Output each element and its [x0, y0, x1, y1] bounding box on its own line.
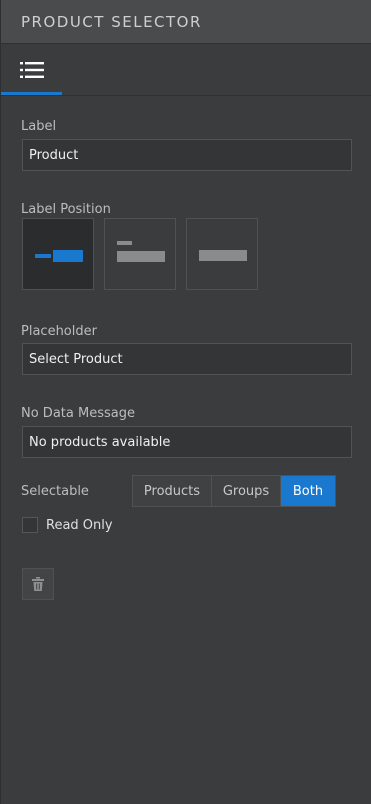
- tab-properties[interactable]: [1, 44, 62, 95]
- inline-field-indicator: [53, 250, 83, 262]
- label-input[interactable]: [22, 139, 352, 171]
- read-only-checkbox[interactable]: [22, 517, 38, 533]
- selectable-products-option[interactable]: Products: [133, 476, 212, 506]
- product-selector-panel: PRODUCT SELECTOR Label Label Position: [0, 0, 371, 804]
- read-only-label[interactable]: Read Only: [46, 518, 113, 533]
- selectable-caption: Selectable: [21, 484, 89, 499]
- placeholder-caption: Placeholder: [21, 324, 97, 339]
- panel-header: PRODUCT SELECTOR: [1, 0, 371, 44]
- selectable-segmented-control: Products Groups Both: [132, 475, 336, 507]
- label-position-top-button[interactable]: [104, 218, 176, 290]
- selectable-both-option[interactable]: Both: [281, 476, 335, 506]
- top-label-indicator: [117, 241, 132, 245]
- trash-icon: [32, 577, 44, 591]
- panel-title: PRODUCT SELECTOR: [21, 12, 202, 31]
- no-label-field-indicator: [199, 250, 247, 261]
- no-data-message-input[interactable]: [22, 426, 352, 458]
- label-position-inline-button[interactable]: [22, 218, 94, 290]
- selectable-groups-option[interactable]: Groups: [212, 476, 281, 506]
- tab-bar: [1, 44, 371, 96]
- delete-button[interactable]: [22, 568, 54, 600]
- label-caption: Label: [21, 119, 57, 134]
- active-tab-indicator: [1, 92, 62, 95]
- list-icon: [19, 61, 44, 78]
- label-position-caption: Label Position: [21, 202, 111, 217]
- no-data-message-caption: No Data Message: [21, 406, 135, 421]
- top-field-indicator: [117, 251, 165, 262]
- placeholder-input[interactable]: [22, 343, 352, 375]
- label-position-none-button[interactable]: [186, 218, 258, 290]
- inline-label-indicator: [35, 254, 51, 258]
